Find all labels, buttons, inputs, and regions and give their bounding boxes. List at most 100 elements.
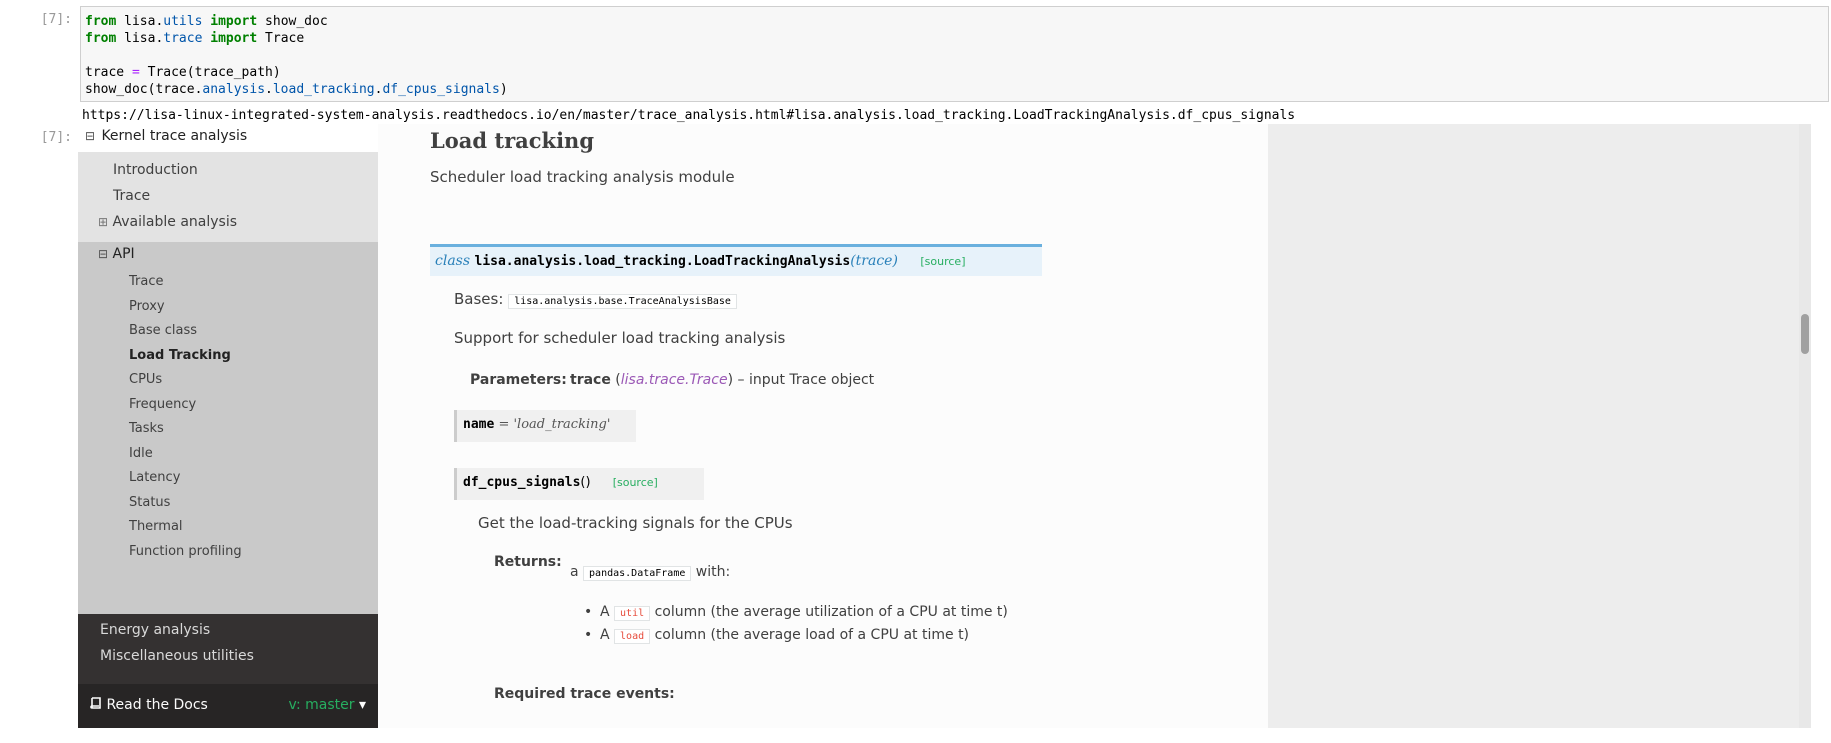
bullet-pre: A — [600, 604, 615, 620]
code-token: df_cpus_signals — [382, 82, 500, 97]
sidebar-section-top: Introduction Trace ⊞ Available analysis — [78, 152, 378, 242]
caret-down-icon: ▾ — [358, 697, 366, 713]
class-param: trace — [855, 253, 893, 269]
method-parens: () — [580, 475, 591, 490]
sidebar-api-item-frequency[interactable]: Frequency — [129, 397, 196, 412]
sidebar-section-api: ⊟ API Trace Proxy Base class Load Tracki… — [78, 242, 378, 614]
output-prompt: [7]: — [40, 130, 72, 145]
doc-output-frame: ⊟ Kernel trace analysis Introduction Tra… — [78, 124, 1811, 728]
sidebar-api-item-latency[interactable]: Latency — [129, 470, 180, 485]
module-description: Scheduler load tracking analysis module — [430, 168, 735, 186]
sidebar-api-item-load-tracking[interactable]: Load Tracking — [129, 348, 231, 363]
sig-close: ) — [892, 253, 898, 269]
version-label: v: master — [288, 697, 355, 713]
sidebar-api-item-function-profiling[interactable]: Function profiling — [129, 544, 242, 559]
method-signature: df_cpus_signals() [source] — [454, 468, 704, 500]
code-line: show_doc(trace.analysis.load_tracking.df… — [85, 81, 1824, 98]
expand-icon[interactable]: ⊞ — [98, 215, 108, 229]
bullet-icon: • — [584, 627, 593, 643]
sidebar-api-item-cpus[interactable]: CPUs — [129, 372, 162, 387]
sidebar-title[interactable]: ⊟ Kernel trace analysis — [78, 124, 378, 152]
sidebar-api-item-tasks[interactable]: Tasks — [129, 421, 164, 436]
sidebar-item-introduction[interactable]: Introduction — [113, 162, 198, 178]
method-description: Get the load-tracking signals for the CP… — [478, 514, 793, 532]
list-item: • A load column (the average load of a CP… — [584, 627, 970, 644]
sidebar-api-item-trace[interactable]: Trace — [129, 274, 164, 289]
code-line: trace = Trace(trace_path) — [85, 64, 1824, 81]
bullet-post: column (the average utilization of a CPU… — [650, 604, 1008, 620]
method-source-link[interactable]: [source] — [613, 476, 658, 489]
returns-a: a — [570, 564, 584, 580]
bullet-pre: A — [600, 627, 615, 643]
sidebar-item-api[interactable]: ⊟ API — [98, 246, 135, 262]
sidebar-api-item-status[interactable]: Status — [129, 495, 170, 510]
doc-sidebar: ⊟ Kernel trace analysis Introduction Tra… — [78, 124, 378, 728]
code-token: trace — [85, 65, 132, 80]
class-keyword: class — [435, 253, 471, 269]
attr-value: 'load_tracking' — [513, 417, 611, 432]
version-selector[interactable]: v: master ▾ — [288, 697, 366, 713]
class-signature: class lisa.analysis.load_tracking.LoadTr… — [430, 244, 1042, 276]
returns-type[interactable]: pandas.DataFrame — [583, 566, 692, 581]
scrollbar-thumb[interactable] — [1801, 314, 1809, 354]
code-token: analysis — [202, 82, 266, 97]
sidebar-item-trace[interactable]: Trace — [113, 188, 150, 204]
parameters-label: Parameters: — [470, 372, 567, 388]
sidebar-api-item-proxy[interactable]: Proxy — [129, 299, 165, 314]
sidebar-item-energy-analysis[interactable]: Energy analysis — [100, 622, 210, 638]
sidebar-api-item-idle[interactable]: Idle — [129, 446, 153, 461]
code-token: Trace — [257, 31, 305, 46]
code-token: import — [210, 31, 258, 46]
param-open: ( — [610, 372, 621, 388]
code-token: Trace(trace_path) — [139, 65, 281, 80]
rtd-brand-label: Read the Docs — [106, 697, 208, 713]
param-name: trace — [570, 372, 611, 388]
sidebar-item-label: Available analysis — [112, 214, 238, 230]
bases-label: Bases: — [454, 290, 504, 308]
bases-line: Bases: lisa.analysis.base.TraceAnalysisB… — [454, 290, 737, 309]
code-token: trace — [163, 31, 203, 46]
bullet-code: util — [614, 606, 651, 621]
returns-body: a pandas.DataFrame with: — [570, 564, 731, 581]
code-token: show_doc(trace. — [85, 82, 203, 97]
returns-label: Returns: — [494, 554, 562, 570]
attr-name: name — [463, 417, 495, 432]
param-type-link[interactable]: lisa.trace.Trace — [621, 372, 728, 388]
doc-right-pane — [1268, 124, 1799, 728]
code-line: from lisa.trace import Trace — [85, 30, 1824, 47]
sidebar-api-item-thermal[interactable]: Thermal — [129, 519, 183, 534]
rtd-brand[interactable]: Read the Docs — [90, 697, 208, 713]
doc-content: Load tracking Scheduler load tracking an… — [378, 124, 1268, 728]
code-cell[interactable]: from lisa.utils import show_doc from lisa… — [80, 6, 1829, 102]
code-line: from lisa.utils import show_doc — [85, 13, 1824, 30]
code-token: import — [210, 14, 258, 29]
list-item: • A util column (the average utilization … — [584, 604, 1008, 621]
code-token: lisa. — [116, 14, 164, 29]
class-source-link[interactable]: [source] — [920, 255, 965, 268]
code-token: ) — [499, 82, 508, 97]
collapse-icon[interactable]: ⊟ — [98, 247, 108, 261]
parameters-body: trace (lisa.trace.Trace) – input Trace o… — [570, 372, 874, 388]
method-name: df_cpus_signals — [463, 475, 581, 490]
returns-with: with: — [691, 564, 731, 580]
book-icon — [90, 697, 101, 709]
sidebar-item-available-analysis[interactable]: ⊞ Available analysis — [98, 214, 237, 230]
bases-value[interactable]: lisa.analysis.base.TraceAnalysisBase — [508, 294, 737, 309]
class-description: Support for scheduler load tracking anal… — [454, 329, 786, 347]
bullet-post: column (the average load of a CPU at tim… — [650, 627, 970, 643]
code-token: load_tracking — [272, 82, 375, 97]
sidebar-title-label: Kernel trace analysis — [101, 128, 248, 144]
param-desc: – input Trace object — [733, 372, 875, 388]
sidebar-item-misc-utilities[interactable]: Miscellaneous utilities — [100, 648, 254, 664]
rtd-version-bar[interactable]: Read the Docs v: master ▾ — [78, 684, 378, 728]
output-url: https://lisa-linux-integrated-system-ana… — [82, 108, 1296, 123]
bullet-code: load — [614, 629, 651, 644]
frame-scrollbar[interactable] — [1799, 124, 1811, 728]
sidebar-api-item-base-class[interactable]: Base class — [129, 323, 197, 338]
collapse-icon[interactable]: ⊟ — [85, 124, 97, 148]
code-token: from — [85, 14, 117, 29]
code-token: = — [131, 65, 140, 80]
bullet-icon: • — [584, 604, 593, 620]
code-token: show_doc — [257, 14, 328, 29]
